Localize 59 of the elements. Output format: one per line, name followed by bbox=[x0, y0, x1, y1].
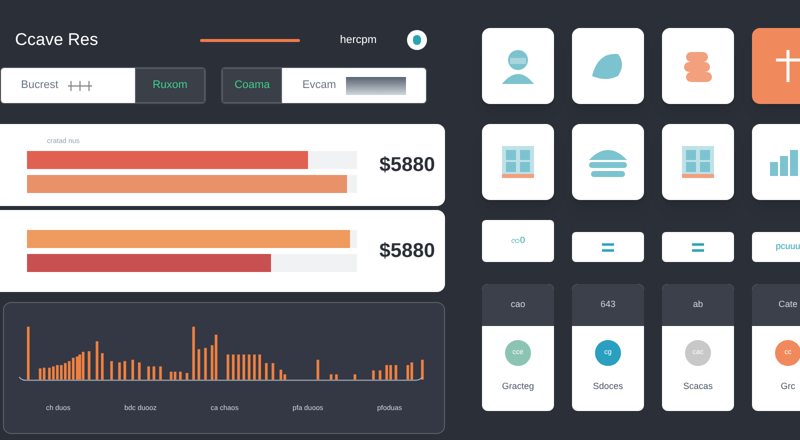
chart-bar bbox=[421, 360, 424, 380]
app-tile[interactable] bbox=[572, 28, 644, 104]
chart-bar bbox=[138, 362, 141, 380]
equals-icon bbox=[602, 242, 614, 252]
chart-bar bbox=[242, 354, 246, 380]
small-button[interactable]: pcuuu bbox=[752, 232, 800, 262]
chart-bar bbox=[354, 374, 356, 380]
equals-icon bbox=[692, 242, 704, 252]
small-button[interactable] bbox=[662, 232, 734, 262]
chart-bar bbox=[192, 326, 195, 380]
amount-text: $5880 bbox=[379, 153, 435, 178]
app-tile[interactable] bbox=[662, 28, 734, 104]
chart-bar bbox=[272, 363, 274, 380]
card-header: 643 bbox=[600, 298, 616, 312]
chart-bar bbox=[226, 354, 230, 380]
app-title: Ccave Res bbox=[15, 29, 100, 52]
chart-bar bbox=[152, 366, 156, 380]
chart-bar bbox=[316, 360, 320, 380]
card-header: Cate bbox=[778, 298, 798, 312]
chart-bar bbox=[118, 362, 121, 380]
chart-bar bbox=[147, 366, 150, 380]
chart-bar bbox=[88, 351, 90, 380]
chart-bar bbox=[335, 374, 338, 380]
chart-bar bbox=[265, 363, 268, 380]
chart-bar bbox=[131, 360, 134, 380]
chart-bar bbox=[232, 354, 235, 380]
card-label: Scacas bbox=[683, 380, 713, 393]
chart-bar bbox=[179, 372, 182, 380]
chart-bar bbox=[248, 354, 250, 380]
app-tile[interactable] bbox=[482, 28, 554, 104]
chart-bar bbox=[378, 370, 382, 380]
chart-bar bbox=[26, 326, 30, 380]
chart-bar bbox=[258, 354, 262, 380]
chart-bar bbox=[237, 354, 240, 380]
chart-bar bbox=[159, 366, 162, 380]
user-name: hercpm bbox=[340, 32, 377, 48]
card-header: cao bbox=[510, 298, 526, 312]
small-button[interactable]: ၸ0 bbox=[482, 220, 554, 262]
chart-bar bbox=[253, 354, 256, 380]
avatar-icon bbox=[407, 30, 427, 50]
amount-text: $5880 bbox=[379, 239, 435, 264]
chart-bar bbox=[372, 370, 375, 380]
small-button[interactable] bbox=[572, 232, 644, 262]
chart-bar bbox=[110, 361, 113, 380]
app-tile[interactable] bbox=[482, 124, 554, 200]
chart-bar bbox=[204, 348, 207, 380]
card-label: Grc bbox=[780, 380, 796, 393]
chart-bar bbox=[96, 341, 98, 380]
app-tile[interactable] bbox=[572, 124, 644, 200]
card-label: Sdoces bbox=[592, 380, 624, 393]
chart-bar bbox=[330, 374, 332, 380]
chart-bar bbox=[394, 365, 398, 380]
chart-bar bbox=[101, 353, 104, 380]
chart-bar bbox=[186, 373, 188, 380]
chart-bar bbox=[198, 349, 200, 380]
card-header: ab bbox=[692, 298, 703, 312]
app-tile[interactable] bbox=[662, 124, 734, 200]
card-label: Gracteg bbox=[502, 380, 534, 393]
chart-bar bbox=[123, 361, 126, 380]
